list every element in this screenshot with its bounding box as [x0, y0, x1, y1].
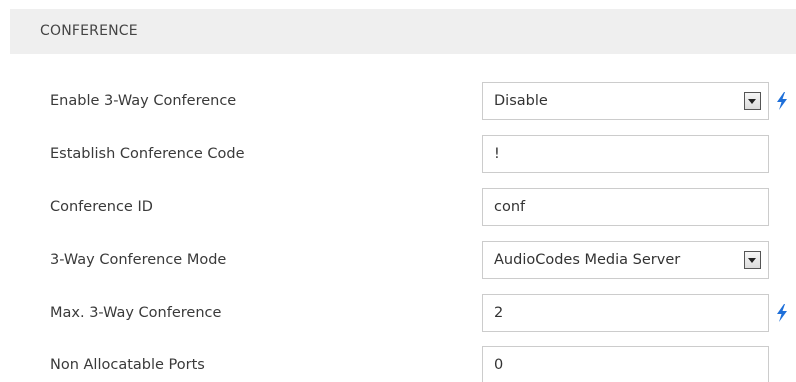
lightning-bolt-icon: [777, 92, 787, 110]
lightning-bolt-icon: [777, 304, 787, 322]
chevron-down-icon[interactable]: [744, 251, 761, 269]
non-allocatable-ports-label: Non Allocatable Ports: [50, 357, 205, 373]
max-3way-conference-input[interactable]: 2: [482, 294, 769, 332]
section-header: CONFERENCE: [10, 9, 796, 54]
conference-settings-panel: CONFERENCE Enable 3-Way Conference Disab…: [0, 0, 796, 382]
enable-3way-conference-label: Enable 3-Way Conference: [50, 93, 237, 109]
enable-3way-conference-value: Disable: [494, 93, 548, 109]
form-row-establish-conference-code: Establish Conference Code !: [0, 135, 796, 173]
non-allocatable-ports-input[interactable]: 0: [482, 346, 769, 382]
3way-conference-mode-value: AudioCodes Media Server: [494, 252, 681, 268]
establish-conference-code-label: Establish Conference Code: [50, 146, 245, 162]
conference-id-input[interactable]: conf: [482, 188, 769, 226]
enable-3way-conference-select[interactable]: Disable: [482, 82, 769, 120]
max-3way-conference-label: Max. 3-Way Conference: [50, 305, 222, 321]
form-row-max-3way-conference: Max. 3-Way Conference 2: [0, 294, 796, 332]
form-row-non-allocatable-ports: Non Allocatable Ports 0: [0, 346, 796, 382]
3way-conference-mode-select[interactable]: AudioCodes Media Server: [482, 241, 769, 279]
establish-conference-code-input[interactable]: !: [482, 135, 769, 173]
form-row-enable-3way-conference: Enable 3-Way Conference Disable: [0, 82, 796, 120]
conference-id-label: Conference ID: [50, 199, 153, 215]
3way-conference-mode-label: 3-Way Conference Mode: [50, 252, 227, 268]
form-row-3way-conference-mode: 3-Way Conference Mode AudioCodes Media S…: [0, 241, 796, 279]
form-row-conference-id: Conference ID conf: [0, 188, 796, 226]
chevron-down-icon[interactable]: [744, 92, 761, 110]
